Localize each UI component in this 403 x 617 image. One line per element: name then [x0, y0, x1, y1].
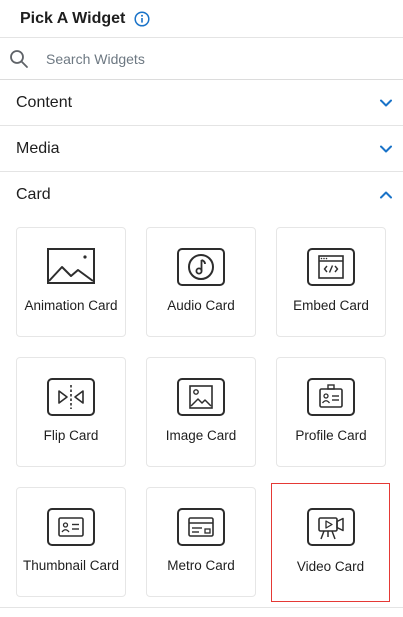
image-icon — [177, 378, 225, 416]
widget-card-image[interactable]: Image Card — [146, 357, 256, 467]
metro-card-icon — [177, 508, 225, 546]
chevron-up-icon — [379, 188, 393, 202]
id-card-icon — [307, 378, 355, 416]
card-label: Profile Card — [295, 428, 367, 443]
card-label: Flip Card — [43, 428, 99, 443]
card-label: Image Card — [165, 428, 237, 443]
card-label: Thumbnail Card — [22, 558, 120, 573]
card-label: Embed Card — [293, 298, 369, 313]
card-label: Audio Card — [167, 298, 235, 313]
chevron-down-icon — [379, 142, 393, 156]
bottom-divider — [0, 607, 403, 608]
section-card[interactable]: Card — [0, 172, 403, 218]
widget-card-flip[interactable]: Flip Card — [16, 357, 126, 467]
widget-card-animation[interactable]: Animation Card — [16, 227, 126, 337]
widget-card-thumbnail[interactable]: Thumbnail Card — [16, 487, 126, 597]
card-label: Animation Card — [24, 298, 118, 313]
search-bar — [0, 38, 403, 80]
code-window-icon — [307, 248, 355, 286]
info-icon[interactable] — [134, 10, 150, 27]
image-landscape-icon — [47, 248, 95, 286]
card-label: Metro Card — [167, 558, 235, 573]
page-title: Pick A Widget — [20, 9, 126, 27]
section-content[interactable]: Content — [0, 80, 403, 126]
search-input[interactable] — [46, 43, 376, 74]
search-icon — [9, 49, 29, 69]
thumbnail-card-icon — [47, 508, 95, 546]
section-label: Card — [16, 186, 51, 203]
widget-card-audio[interactable]: Audio Card — [146, 227, 256, 337]
widget-card-video[interactable]: Video Card — [271, 483, 390, 602]
chevron-down-icon — [379, 96, 393, 110]
widget-picker-header: Pick A Widget — [0, 0, 403, 38]
section-label: Content — [16, 93, 73, 111]
section-media[interactable]: Media — [0, 126, 403, 172]
music-note-icon — [177, 248, 225, 286]
flip-icon — [47, 378, 95, 416]
video-camera-icon — [306, 508, 355, 546]
widget-card-profile[interactable]: Profile Card — [276, 357, 386, 467]
widget-card-embed[interactable]: Embed Card — [276, 227, 386, 337]
card-label: Video Card — [296, 559, 365, 574]
widget-card-metro[interactable]: Metro Card — [146, 487, 256, 597]
section-label: Media — [16, 139, 60, 157]
